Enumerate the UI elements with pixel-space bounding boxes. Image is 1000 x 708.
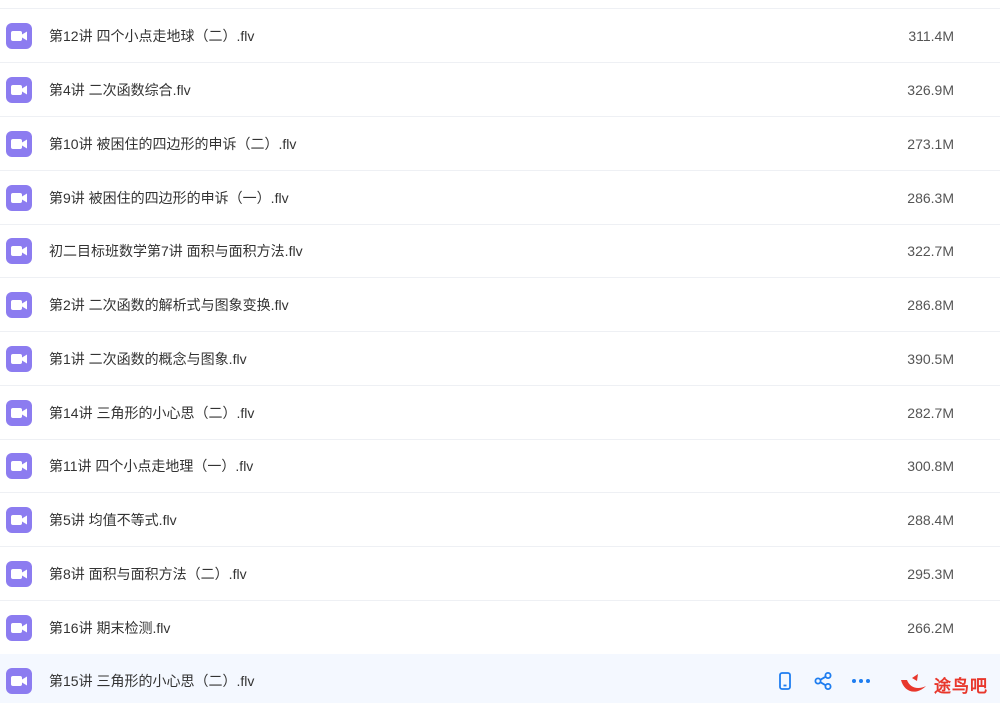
file-name[interactable]: 第2讲 二次函数的解析式与图象变换.flv <box>49 278 289 332</box>
file-size: 266.2M <box>907 620 954 636</box>
video-file-icon <box>6 400 32 426</box>
list-top-divider <box>0 0 1000 9</box>
file-size: 322.7M <box>907 243 954 259</box>
share-icon[interactable] <box>810 668 836 694</box>
video-file-icon <box>6 507 32 533</box>
file-row[interactable]: 第10讲 被困住的四边形的申诉（二）.flv 273.1M <box>0 117 1000 171</box>
file-name[interactable]: 初二目标班数学第7讲 面积与面积方法.flv <box>49 224 303 278</box>
video-file-icon <box>6 238 32 264</box>
file-name[interactable]: 第12讲 四个小点走地球（二）.flv <box>49 9 254 63</box>
file-size: 282.7M <box>907 405 954 421</box>
file-row[interactable]: 第2讲 二次函数的解析式与图象变换.flv 286.8M <box>0 278 1000 332</box>
file-row[interactable]: 第4讲 二次函数综合.flv 326.9M <box>0 63 1000 117</box>
video-file-icon <box>6 131 32 157</box>
file-row[interactable]: 第12讲 四个小点走地球（二）.flv 311.4M <box>0 9 1000 63</box>
file-size: 288.4M <box>907 512 954 528</box>
file-name[interactable]: 第1讲 二次函数的概念与图象.flv <box>49 332 247 386</box>
watermark-text: 途鸟吧 <box>934 676 988 696</box>
file-name[interactable]: 第11讲 四个小点走地理（一）.flv <box>49 439 253 493</box>
video-file-icon <box>6 615 32 641</box>
file-name[interactable]: 第16讲 期末检测.flv <box>49 601 170 655</box>
file-list: 第12讲 四个小点走地球（二）.flv 311.4M 第4讲 二次函数综合.fl… <box>0 0 1000 703</box>
file-row[interactable]: 第1讲 二次函数的概念与图象.flv 390.5M <box>0 332 1000 386</box>
file-size: 273.1M <box>907 136 954 152</box>
file-name[interactable]: 第10讲 被困住的四边形的申诉（二）.flv <box>49 117 296 171</box>
video-file-icon <box>6 561 32 587</box>
file-size: 390.5M <box>907 351 954 367</box>
file-name[interactable]: 第9讲 被困住的四边形的申诉（一）.flv <box>49 171 289 225</box>
row-actions <box>772 668 886 694</box>
file-row[interactable]: 第8讲 面积与面积方法（二）.flv 295.3M <box>0 547 1000 601</box>
video-file-icon <box>6 668 32 694</box>
file-name[interactable]: 第15讲 三角形的小心思（二）.flv <box>49 654 254 708</box>
file-size: 300.8M <box>907 458 954 474</box>
file-row[interactable]: 第16讲 期末检测.flv 266.2M <box>0 601 1000 655</box>
file-row[interactable]: 初二目标班数学第7讲 面积与面积方法.flv 322.7M <box>0 224 1000 278</box>
file-row[interactable]: 第14讲 三角形的小心思（二）.flv 282.7M <box>0 386 1000 440</box>
file-size: 286.8M <box>907 297 954 313</box>
video-file-icon <box>6 77 32 103</box>
file-name[interactable]: 第8讲 面积与面积方法（二）.flv <box>49 547 247 601</box>
file-size: 311.4M <box>908 28 954 44</box>
file-size: 286.3M <box>907 190 954 206</box>
video-file-icon <box>6 185 32 211</box>
watermark-logo: 途鸟吧 <box>898 665 994 703</box>
file-size: 295.3M <box>907 566 954 582</box>
file-size: 326.9M <box>907 82 954 98</box>
file-name[interactable]: 第4讲 二次函数综合.flv <box>49 63 191 117</box>
phone-icon[interactable] <box>772 668 798 694</box>
video-file-icon <box>6 453 32 479</box>
file-row[interactable]: 第11讲 四个小点走地理（一）.flv 300.8M <box>0 439 1000 493</box>
watermark-bird-icon <box>901 674 926 692</box>
file-name[interactable]: 第5讲 均值不等式.flv <box>49 493 177 547</box>
file-row[interactable]: 第9讲 被困住的四边形的申诉（一）.flv 286.3M <box>0 171 1000 225</box>
file-row[interactable]: 第5讲 均值不等式.flv 288.4M <box>0 493 1000 547</box>
video-file-icon <box>6 23 32 49</box>
video-file-icon <box>6 292 32 318</box>
file-name[interactable]: 第14讲 三角形的小心思（二）.flv <box>49 386 254 440</box>
file-row-hovered[interactable]: 第15讲 三角形的小心思（二）.flv <box>0 654 1000 703</box>
more-icon[interactable] <box>848 668 874 694</box>
video-file-icon <box>6 346 32 372</box>
